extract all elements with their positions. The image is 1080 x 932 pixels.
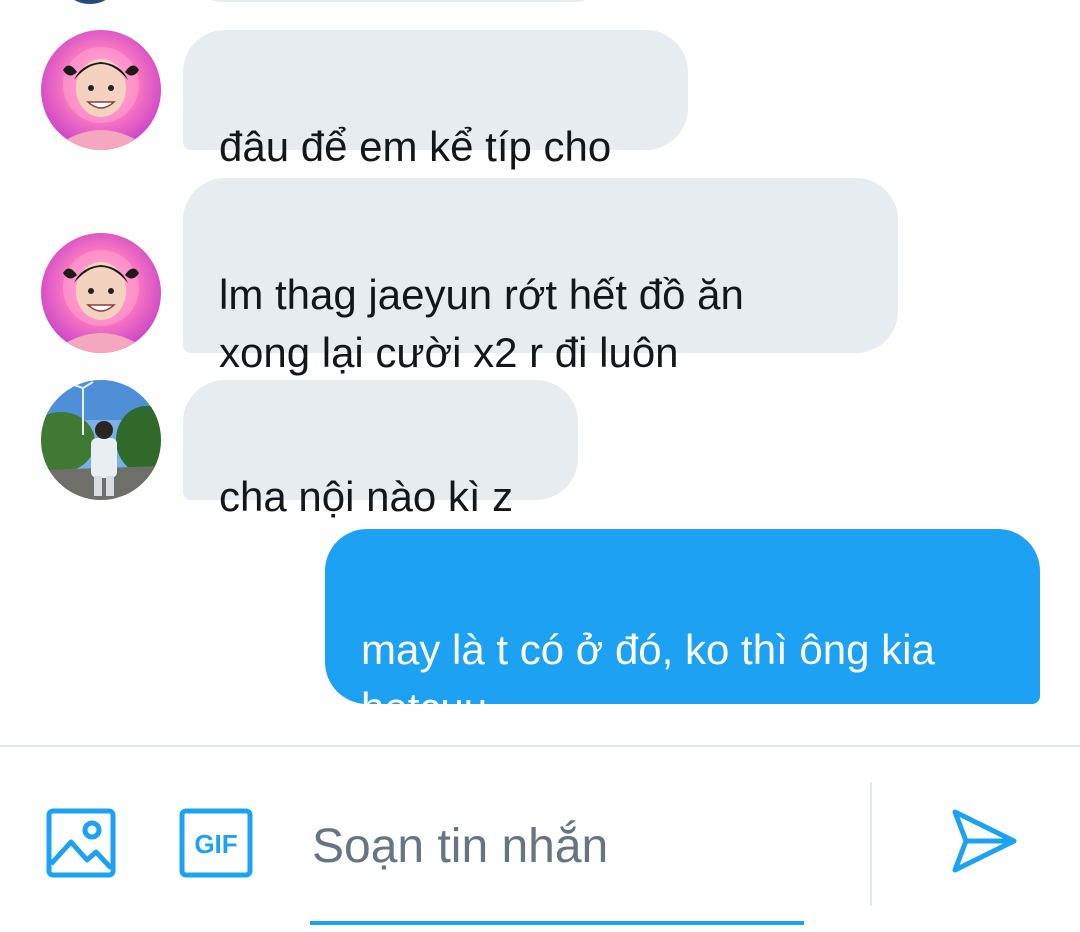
avatar[interactable] bbox=[41, 380, 161, 500]
message-bubble[interactable]: lm thag jaeyun rớt hết đồ ăn xong lại cư… bbox=[183, 178, 898, 376]
avatar-image-pink bbox=[41, 233, 161, 353]
avatar-partial bbox=[60, 0, 120, 4]
composer-divider bbox=[0, 745, 1080, 747]
message-bubble[interactable]: đâu để em kể típ cho bbox=[183, 30, 688, 170]
message-bubble[interactable]: cha nội nào kì z bbox=[183, 380, 578, 520]
message-text: đâu để em kể típ cho bbox=[219, 123, 612, 170]
avatar[interactable] bbox=[41, 30, 161, 150]
avatar-image-outdoor bbox=[41, 380, 161, 500]
avatar-image-pink bbox=[41, 30, 161, 150]
compose-input-underline bbox=[310, 921, 804, 925]
message-bubble-outgoing[interactable]: may là t có ở đó, ko thì ông kia hetcuu bbox=[325, 529, 1040, 731]
dm-conversation-screen: đâu để em kể típ cho lm thag jaeyun rớt … bbox=[0, 0, 1080, 932]
send-icon[interactable] bbox=[950, 806, 1020, 876]
message-text: lm thag jaeyun rớt hết đồ ăn xong lại cư… bbox=[219, 271, 744, 376]
gif-label: GIF bbox=[194, 829, 237, 859]
message-text: may là t có ở đó, ko thì ông kia hetcuu bbox=[361, 626, 935, 731]
avatar[interactable] bbox=[41, 233, 161, 353]
gif-icon[interactable]: GIF bbox=[179, 808, 253, 878]
message-compose-input[interactable] bbox=[312, 808, 802, 884]
message-text: cha nội nào kì z bbox=[219, 473, 514, 520]
composer-separator bbox=[870, 782, 872, 906]
image-icon[interactable] bbox=[46, 808, 116, 878]
message-bubble-partial bbox=[183, 0, 613, 2]
